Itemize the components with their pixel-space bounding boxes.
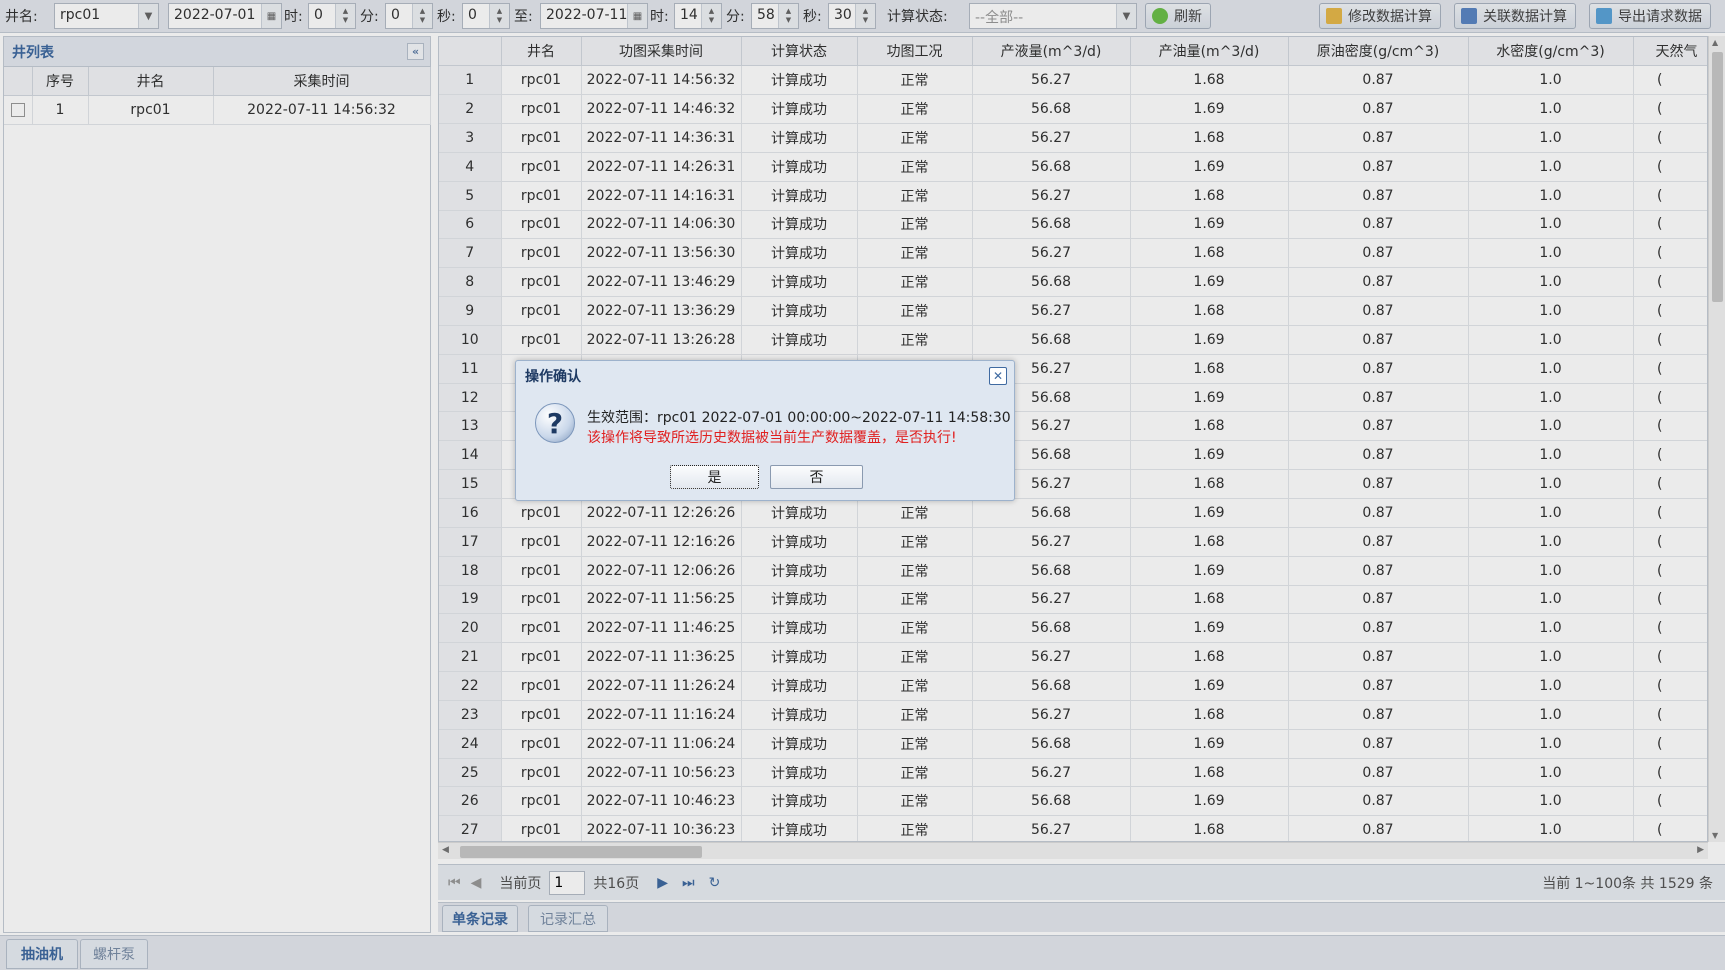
dialog-title: 操作确认 [525,369,581,385]
dialog-scope-text: 生效范围：rpc01 2022-07-01 00:00:00~2022-07-1… [587,410,1011,426]
question-icon: ? [535,403,575,443]
dialog-titlebar: 操作确认 ✕ [516,361,1014,391]
no-button[interactable]: 否 [770,465,863,489]
dialog-warning-text: 该操作将导致所选历史数据被当前生产数据覆盖，是否执行! [587,430,957,446]
yes-button[interactable]: 是 [670,465,759,489]
close-icon[interactable]: ✕ [989,367,1007,385]
confirm-dialog: 操作确认 ✕ ? 生效范围：rpc01 2022-07-01 00:00:00~… [515,360,1015,501]
